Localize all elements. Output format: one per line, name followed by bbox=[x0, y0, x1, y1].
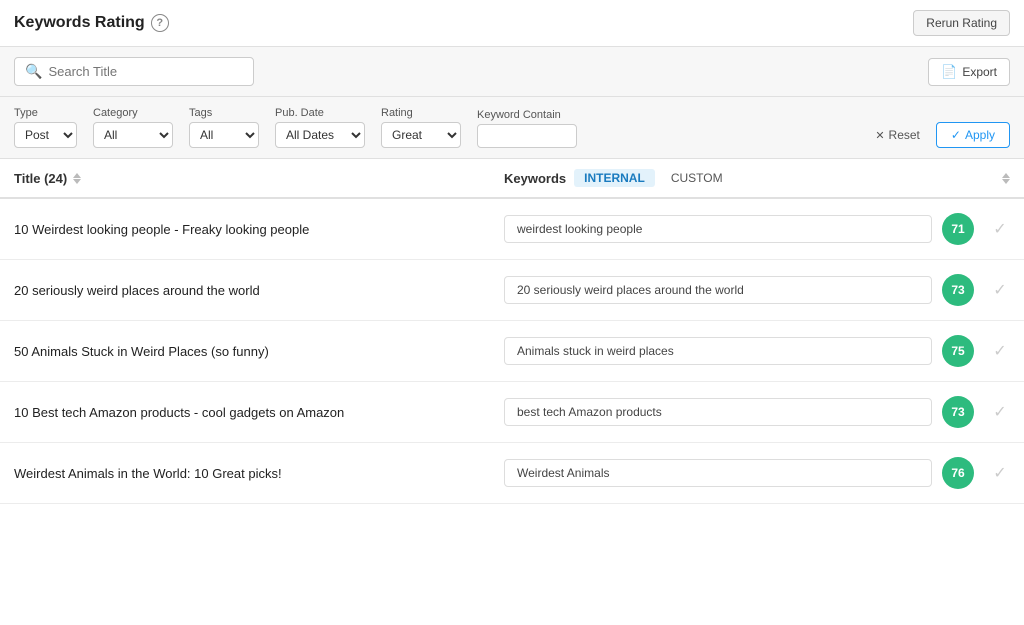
main-table: Title (24) Keywords INTERNAL CUSTOM 10 W… bbox=[0, 159, 1024, 504]
filter-category-select[interactable]: All bbox=[93, 122, 173, 148]
reset-icon: ✕ bbox=[875, 129, 884, 142]
table-header: Title (24) Keywords INTERNAL CUSTOM bbox=[0, 159, 1024, 199]
row-title: 20 seriously weird places around the wor… bbox=[14, 283, 504, 298]
filter-type-select[interactable]: Post Page All bbox=[14, 122, 77, 148]
keyword-box[interactable]: 20 seriously weird places around the wor… bbox=[504, 276, 932, 304]
filter-keyword-contain-label: Keyword Contain bbox=[477, 109, 577, 121]
filter-actions: ✕ Reset ✓ Apply bbox=[867, 122, 1010, 148]
row-keywords: 20 seriously weird places around the wor… bbox=[504, 274, 1010, 306]
kw-sort-down-icon bbox=[1002, 179, 1010, 184]
row-title: 50 Animals Stuck in Weird Places (so fun… bbox=[14, 344, 504, 359]
keyword-box[interactable]: Weirdest Animals bbox=[504, 459, 932, 487]
keyword-box[interactable]: weirdest looking people bbox=[504, 215, 932, 243]
search-icon: 🔍 bbox=[25, 63, 42, 80]
help-icon[interactable]: ? bbox=[151, 14, 169, 32]
filter-rating-label: Rating bbox=[381, 107, 461, 119]
row-keywords: Weirdest Animals 76 ✓ bbox=[504, 457, 1010, 489]
row-keywords: Animals stuck in weird places 75 ✓ bbox=[504, 335, 1010, 367]
filter-pubdate-select[interactable]: All Dates bbox=[275, 122, 365, 148]
sort-down-icon bbox=[73, 179, 81, 184]
filter-type-label: Type bbox=[14, 107, 77, 119]
tab-custom-button[interactable]: CUSTOM bbox=[663, 169, 731, 187]
reset-label: Reset bbox=[889, 128, 920, 142]
row-title: Weirdest Animals in the World: 10 Great … bbox=[14, 466, 504, 481]
page-title: Keywords Rating ? bbox=[14, 14, 169, 32]
filter-category: Category All bbox=[93, 107, 173, 148]
tab-internal-button[interactable]: INTERNAL bbox=[574, 169, 655, 187]
search-bar: 🔍 📄 Export bbox=[0, 47, 1024, 97]
table-row: 10 Weirdest looking people - Freaky look… bbox=[0, 199, 1024, 260]
filter-rating-select[interactable]: Great Good OK Poor bbox=[381, 122, 461, 148]
row-action-icon[interactable]: ✓ bbox=[990, 402, 1010, 422]
filter-tags: Tags All bbox=[189, 107, 259, 148]
row-keywords: weirdest looking people 71 ✓ bbox=[504, 213, 1010, 245]
sort-up-icon bbox=[73, 173, 81, 178]
score-badge: 76 bbox=[942, 457, 974, 489]
apply-label: Apply bbox=[965, 128, 995, 142]
page-header: Keywords Rating ? Rerun Rating bbox=[0, 0, 1024, 47]
table-row: 10 Best tech Amazon products - cool gadg… bbox=[0, 382, 1024, 443]
apply-check-icon: ✓ bbox=[951, 128, 961, 142]
keywords-sort-icon[interactable] bbox=[1002, 173, 1010, 184]
filter-type: Type Post Page All bbox=[14, 107, 77, 148]
filter-tags-select[interactable]: All bbox=[189, 122, 259, 148]
title-sort-icon[interactable] bbox=[73, 173, 81, 184]
export-button[interactable]: 📄 Export bbox=[928, 58, 1010, 86]
row-keywords: best tech Amazon products 73 ✓ bbox=[504, 396, 1010, 428]
filter-pubdate-label: Pub. Date bbox=[275, 107, 365, 119]
filter-rating: Rating Great Good OK Poor bbox=[381, 107, 461, 148]
filter-category-label: Category bbox=[93, 107, 173, 119]
keyword-box[interactable]: best tech Amazon products bbox=[504, 398, 932, 426]
page-title-text: Keywords Rating bbox=[14, 14, 145, 32]
filter-tags-label: Tags bbox=[189, 107, 259, 119]
table-row: 20 seriously weird places around the wor… bbox=[0, 260, 1024, 321]
search-input[interactable] bbox=[48, 64, 243, 79]
filter-pubdate: Pub. Date All Dates bbox=[275, 107, 365, 148]
kw-sort-up-icon bbox=[1002, 173, 1010, 178]
col-keywords-header: Keywords INTERNAL CUSTOM bbox=[504, 169, 1010, 187]
row-action-icon[interactable]: ✓ bbox=[990, 219, 1010, 239]
score-badge: 73 bbox=[942, 274, 974, 306]
export-icon: 📄 bbox=[941, 64, 957, 80]
apply-button[interactable]: ✓ Apply bbox=[936, 122, 1010, 148]
keyword-box[interactable]: Animals stuck in weird places bbox=[504, 337, 932, 365]
export-label: Export bbox=[962, 65, 997, 79]
reset-button[interactable]: ✕ Reset bbox=[867, 124, 928, 146]
row-action-icon[interactable]: ✓ bbox=[990, 463, 1010, 483]
filter-keyword-contain: Keyword Contain bbox=[477, 109, 577, 148]
col-title-label: Title (24) bbox=[14, 171, 67, 186]
row-title: 10 Weirdest looking people - Freaky look… bbox=[14, 222, 504, 237]
rerun-rating-button[interactable]: Rerun Rating bbox=[913, 10, 1010, 36]
table-row: Weirdest Animals in the World: 10 Great … bbox=[0, 443, 1024, 504]
filter-keyword-contain-input[interactable] bbox=[477, 124, 577, 148]
search-input-wrap: 🔍 bbox=[14, 57, 254, 86]
table-body: 10 Weirdest looking people - Freaky look… bbox=[0, 199, 1024, 504]
col-title-header: Title (24) bbox=[14, 171, 504, 186]
row-title: 10 Best tech Amazon products - cool gadg… bbox=[14, 405, 504, 420]
score-badge: 75 bbox=[942, 335, 974, 367]
table-row: 50 Animals Stuck in Weird Places (so fun… bbox=[0, 321, 1024, 382]
filters-bar: Type Post Page All Category All Tags All… bbox=[0, 97, 1024, 159]
row-action-icon[interactable]: ✓ bbox=[990, 341, 1010, 361]
score-badge: 73 bbox=[942, 396, 974, 428]
col-keywords-label: Keywords bbox=[504, 171, 566, 186]
row-action-icon[interactable]: ✓ bbox=[990, 280, 1010, 300]
score-badge: 71 bbox=[942, 213, 974, 245]
